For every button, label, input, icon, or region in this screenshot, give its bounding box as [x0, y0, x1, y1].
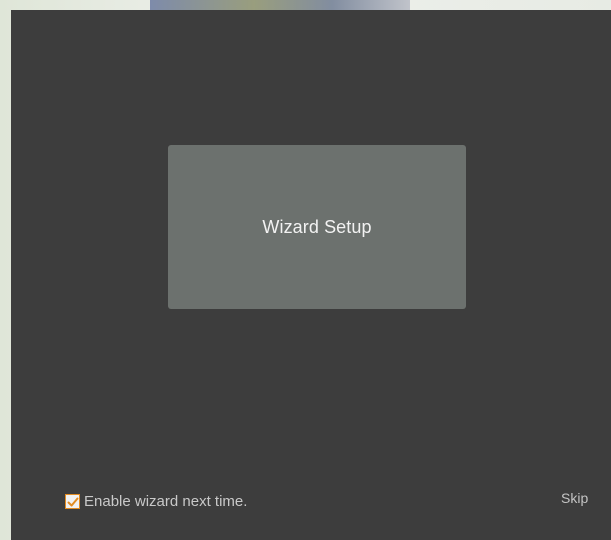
enable-wizard-checkbox[interactable]	[65, 494, 80, 509]
backdrop-window-strip	[150, 0, 410, 10]
enable-wizard-label: Enable wizard next time.	[84, 493, 248, 510]
skip-button[interactable]: Skip	[561, 490, 588, 506]
wizard-setup-button[interactable]: Wizard Setup	[168, 145, 466, 309]
enable-wizard-option[interactable]: Enable wizard next time.	[65, 493, 247, 510]
wizard-setup-label: Wizard Setup	[262, 216, 372, 237]
check-icon	[67, 497, 78, 506]
wizard-dialog: Wizard Setup Enable wizard next time. Sk…	[11, 10, 611, 540]
